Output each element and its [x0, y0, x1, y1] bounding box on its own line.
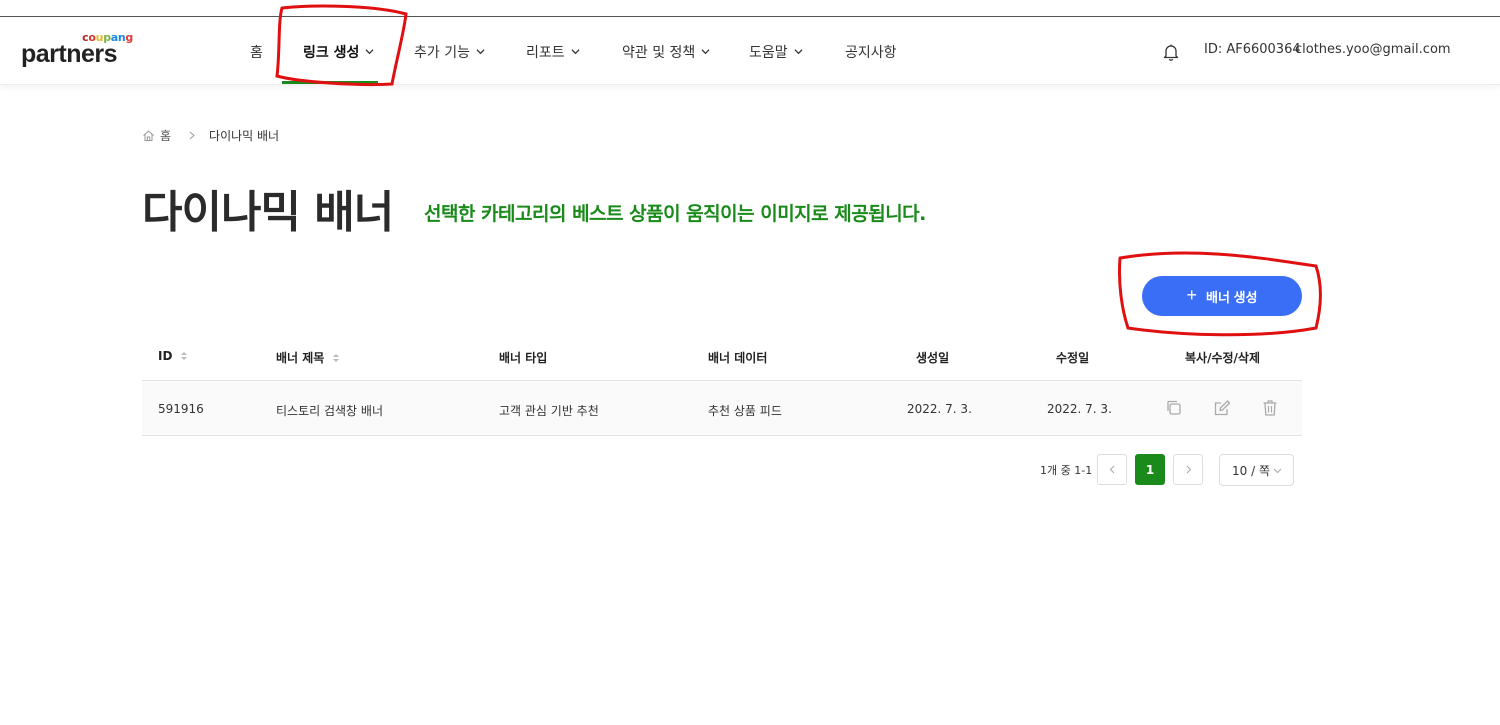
user-email[interactable]: clothes.yoo@gmail.com	[1295, 42, 1451, 57]
chevron-down-icon	[701, 49, 710, 55]
page-size-value: 10 / 쪽	[1232, 463, 1270, 478]
create-banner-label: 배너 생성	[1206, 289, 1258, 305]
column-header-modified: 수정일	[1056, 351, 1090, 365]
nav-help[interactable]: 도움말	[749, 42, 803, 62]
page-title: 다이나믹 배너	[142, 187, 394, 238]
cell-created: 2022. 7. 3.	[907, 402, 972, 416]
page-button-current[interactable]: 1	[1135, 454, 1165, 485]
cell-title: 티스토리 검색창 배너	[276, 404, 383, 418]
column-header-data: 배너 데이터	[708, 351, 768, 365]
table-header: ID 배너 제목 배너 타입 배너 데이터 생성일 수정일 복사/수정/삭제	[142, 338, 1302, 381]
table-row: 591916 티스토리 검색창 배너 고객 관심 기반 추천 추천 상품 피드 …	[142, 381, 1302, 436]
column-header-created: 생성일	[916, 351, 950, 365]
column-header-type: 배너 타입	[499, 351, 548, 365]
column-header-id-label: ID	[158, 349, 173, 363]
chevron-down-icon	[1273, 468, 1282, 473]
trash-icon[interactable]	[1260, 398, 1280, 418]
chevron-left-icon	[1109, 465, 1114, 474]
nav-link-create[interactable]: 링크 생성	[303, 42, 374, 62]
column-header-actions: 복사/수정/삭제	[1185, 351, 1261, 365]
nav-link-create-label: 링크 생성	[303, 45, 360, 61]
copy-icon[interactable]	[1164, 398, 1184, 418]
home-icon[interactable]	[142, 129, 155, 142]
nav-home-label: 홈	[250, 45, 263, 61]
prev-page-button[interactable]	[1097, 454, 1127, 485]
banner-table: ID 배너 제목 배너 타입 배너 데이터 생성일 수정일 복사/수정/삭제 5…	[142, 338, 1302, 436]
nav-report[interactable]: 리포트	[526, 42, 580, 62]
sort-icon[interactable]	[180, 350, 188, 362]
nav-terms-policy[interactable]: 약관 및 정책	[622, 42, 710, 62]
breadcrumb-current: 다이나믹 배너	[209, 129, 280, 143]
cell-type: 고객 관심 기반 추천	[499, 404, 599, 418]
chevron-right-icon	[189, 131, 195, 140]
chevron-down-icon	[365, 49, 374, 55]
next-page-button[interactable]	[1173, 454, 1203, 485]
sort-icon[interactable]	[332, 352, 340, 364]
nav-notice-label: 공지사항	[845, 45, 897, 61]
plus-icon: +	[1186, 285, 1198, 305]
nav-extra-features[interactable]: 추가 기능	[414, 42, 485, 62]
breadcrumb: 홈 다이나믹 배너	[142, 127, 279, 144]
logo-partners-text: partners	[21, 40, 118, 68]
chevron-down-icon	[794, 49, 803, 55]
column-header-id[interactable]: ID	[158, 349, 188, 363]
edit-icon[interactable]	[1212, 398, 1232, 418]
nav-terms-policy-label: 약관 및 정책	[622, 45, 696, 61]
active-nav-underline	[282, 81, 378, 84]
cell-modified: 2022. 7. 3.	[1047, 402, 1112, 416]
pagination-summary: 1개 중 1-1	[1040, 464, 1093, 477]
coupang-partners-logo[interactable]: coupang partners	[21, 31, 133, 71]
top-header: coupang partners 홈 링크 생성 추가 기능 리포트 약관 및 …	[0, 17, 1500, 85]
chevron-right-icon	[1186, 465, 1191, 474]
chevron-down-icon	[571, 49, 580, 55]
bell-icon[interactable]	[1162, 43, 1180, 61]
page-size-select[interactable]: 10 / 쪽	[1219, 454, 1294, 486]
cell-id: 591916	[158, 402, 204, 416]
nav-report-label: 리포트	[526, 45, 565, 61]
breadcrumb-home[interactable]: 홈	[160, 127, 171, 144]
user-id: ID: AF6600364	[1204, 42, 1301, 57]
column-header-title-label: 배너 제목	[276, 351, 325, 365]
create-banner-button[interactable]: + 배너 생성	[1142, 276, 1302, 316]
nav-notice[interactable]: 공지사항	[845, 42, 897, 62]
nav-help-label: 도움말	[749, 45, 788, 61]
cell-data: 추천 상품 피드	[708, 404, 782, 418]
chevron-down-icon	[476, 49, 485, 55]
page-description: 선택한 카테고리의 베스트 상품이 움직이는 이미지로 제공됩니다.	[424, 203, 926, 225]
column-header-title[interactable]: 배너 제목	[276, 349, 340, 366]
nav-extra-features-label: 추가 기능	[414, 45, 470, 61]
nav-home[interactable]: 홈	[250, 42, 263, 62]
